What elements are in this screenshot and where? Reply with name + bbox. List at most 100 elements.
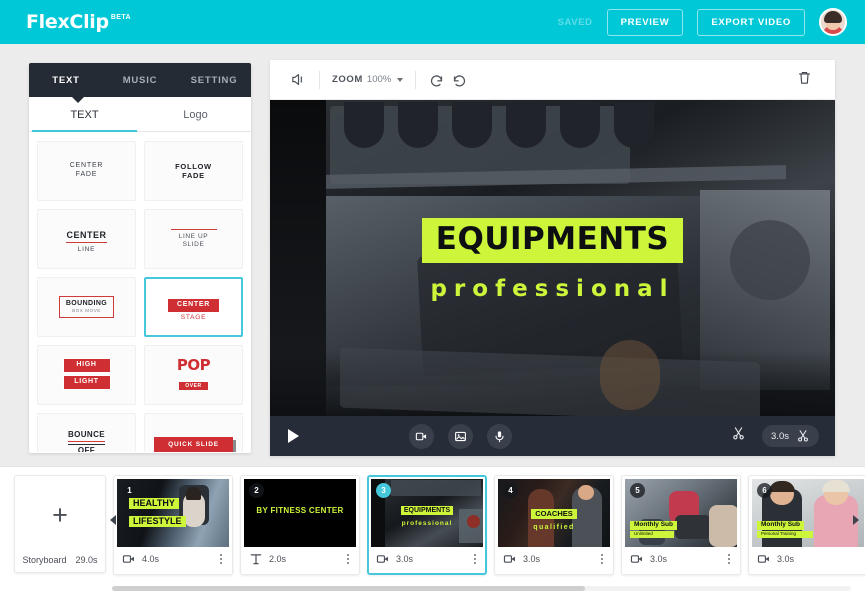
- video-icon: [757, 555, 769, 563]
- clip-caption-line1: HEALTHY: [129, 498, 179, 510]
- clip-footer: 3.0s: [625, 547, 737, 571]
- export-video-button[interactable]: EXPORT VIDEO: [697, 8, 805, 36]
- tab-logo[interactable]: Logo: [140, 98, 251, 131]
- timeline-clip[interactable]: 6 Monthly Sub Personal Training 3.0s: [748, 475, 865, 575]
- text-overlay[interactable]: EQUIPMENTS professional: [270, 218, 835, 302]
- preset-bounding-box[interactable]: BOUNDING BOX MOVE: [37, 277, 136, 337]
- text-icon: [250, 554, 262, 565]
- clip-index: 2: [249, 483, 264, 498]
- timeline-clip[interactable]: 4 COACHES qualified 3.0s: [494, 475, 614, 575]
- clip-index: 1: [122, 483, 137, 498]
- video-icon: [630, 555, 642, 563]
- clip-duration-control[interactable]: 3.0s: [762, 425, 819, 447]
- storyboard-total-duration: 29.0s: [75, 555, 98, 565]
- panel-sub-tabs: TEXT Logo: [29, 98, 251, 132]
- clip-caption-line2: Personal Training: [757, 531, 813, 538]
- video-icon: [376, 555, 388, 563]
- timeline-scrollbar-thumb[interactable]: [112, 586, 585, 591]
- timeline-scrollbar[interactable]: [112, 586, 851, 591]
- saved-status: SAVED: [557, 16, 593, 28]
- avatar-hair: [824, 11, 842, 23]
- clip-caption: EQUIPMENTS professional: [371, 499, 483, 527]
- split-button[interactable]: [731, 426, 746, 446]
- clip-menu-button[interactable]: [218, 551, 225, 568]
- preset-center-line[interactable]: CENTER LINE: [37, 209, 136, 269]
- clip-duration: 4.0s: [142, 554, 160, 564]
- tab-text[interactable]: TEXT: [29, 98, 140, 132]
- preset-center-fade[interactable]: CENTER FADE: [37, 141, 136, 201]
- clip-thumbnail: 5 Monthly Sub Unlimited: [625, 479, 737, 547]
- play-button[interactable]: [288, 429, 299, 443]
- preset-pop-over[interactable]: POP OVER: [144, 345, 243, 405]
- clip-caption: BY FITNESS CENTER: [244, 506, 356, 515]
- video-preview[interactable]: EQUIPMENTS professional 3.0s: [270, 100, 835, 456]
- undo-button[interactable]: [428, 71, 445, 88]
- video-icon: [415, 432, 426, 440]
- timeline-track: + Storyboard 29.0s 1 HEALTHY LIFESTYLE 4…: [14, 475, 865, 575]
- add-video-button[interactable]: [408, 423, 434, 449]
- text-preset-grid: CENTER FADE FOLLOW FADE CENTER LINE LINE…: [29, 132, 251, 452]
- zoom-label: ZOOM: [332, 74, 363, 85]
- preset-center-stage[interactable]: CENTER STAGE: [144, 277, 243, 337]
- preset-bounce-off[interactable]: BOUNCE OFF: [37, 413, 136, 452]
- clip-menu-button[interactable]: [726, 551, 733, 568]
- timeline-scroll-left-icon[interactable]: [110, 515, 116, 525]
- timeline-clip[interactable]: 3 EQUIPMENTS professional 3.0s: [367, 475, 487, 575]
- delete-button[interactable]: [796, 69, 813, 91]
- redo-button[interactable]: [451, 71, 468, 88]
- clip-thumbnail: 2 BY FITNESS CENTER: [244, 479, 356, 547]
- record-voice-button[interactable]: [486, 423, 512, 449]
- redo-icon: [454, 75, 466, 87]
- logo-beta-badge: BETA: [110, 13, 131, 21]
- clip-caption-line2: Unlimited: [630, 531, 674, 538]
- clip-duration-value: 3.0s: [771, 430, 789, 442]
- sidebar-item-music[interactable]: MUSIC: [103, 75, 177, 86]
- clip-duration: 3.0s: [523, 554, 541, 564]
- avatar[interactable]: [819, 8, 847, 36]
- clip-footer: 4.0s: [117, 547, 229, 571]
- preset-label-line1: CENTER: [69, 162, 104, 170]
- preset-follow-fade[interactable]: FOLLOW FADE: [144, 141, 243, 201]
- add-image-button[interactable]: [447, 423, 473, 449]
- timeline-clip[interactable]: 2 BY FITNESS CENTER 2.0s: [240, 475, 360, 575]
- clip-caption-line2: qualified: [533, 524, 575, 531]
- logo-text: FlexClip: [26, 10, 109, 33]
- preset-line-up-slide[interactable]: LINE UP SLIDE: [144, 209, 243, 269]
- clip-menu-button[interactable]: [472, 551, 479, 568]
- player-controls: 3.0s: [270, 416, 835, 456]
- chevron-down-icon: [397, 77, 404, 82]
- preset-label-line1: CENTER: [66, 230, 107, 244]
- preset-quick-slide[interactable]: QUICK SLIDE: [144, 413, 243, 452]
- clip-thumbnail: 3 EQUIPMENTS professional: [371, 479, 483, 547]
- preset-label-line1: HIGH: [62, 358, 111, 373]
- clip-menu-button[interactable]: [599, 551, 606, 568]
- clip-duration: 2.0s: [269, 554, 287, 564]
- clip-index: 4: [503, 483, 518, 498]
- timeline-clip[interactable]: 5 Monthly Sub Unlimited 3.0s: [621, 475, 741, 575]
- scissors-icon: [733, 427, 744, 440]
- sidebar-item-text[interactable]: TEXT: [29, 75, 103, 86]
- app-logo[interactable]: FlexClip BETA: [26, 10, 131, 33]
- mute-toggle-button[interactable]: [290, 71, 307, 88]
- preset-label-line2: LIGHT: [62, 375, 111, 390]
- preset-high-light[interactable]: HIGH LIGHT: [37, 345, 136, 405]
- overlay-subtitle: professional: [430, 276, 675, 302]
- preset-label-line2: STAGE: [180, 313, 207, 321]
- preset-label-line2: FADE: [182, 171, 205, 180]
- preset-label-line1: QUICK SLIDE: [154, 437, 233, 452]
- timeline-clip[interactable]: 1 HEALTHY LIFESTYLE 4.0s: [113, 475, 233, 575]
- clip-footer: 3.0s: [498, 547, 610, 571]
- sidebar-item-setting[interactable]: SETTING: [177, 75, 251, 86]
- preset-label-line1: FOLLOW: [175, 161, 212, 171]
- preview-button[interactable]: PREVIEW: [606, 8, 684, 36]
- clip-menu-button[interactable]: [345, 551, 352, 568]
- clip-caption: COACHES qualified: [498, 503, 610, 531]
- scissors-icon: [798, 430, 808, 442]
- clip-duration: 3.0s: [777, 554, 795, 564]
- zoom-control[interactable]: ZOOM 100%: [332, 74, 404, 85]
- clip-duration: 3.0s: [396, 554, 414, 564]
- preset-label-line2: OVER: [179, 381, 208, 390]
- add-storyboard-item-button[interactable]: + Storyboard 29.0s: [14, 475, 106, 573]
- clip-caption-line1: Monthly Sub: [757, 521, 804, 530]
- editor-stage: ZOOM 100% EQUIPMENTS professional 3.0s: [270, 60, 835, 456]
